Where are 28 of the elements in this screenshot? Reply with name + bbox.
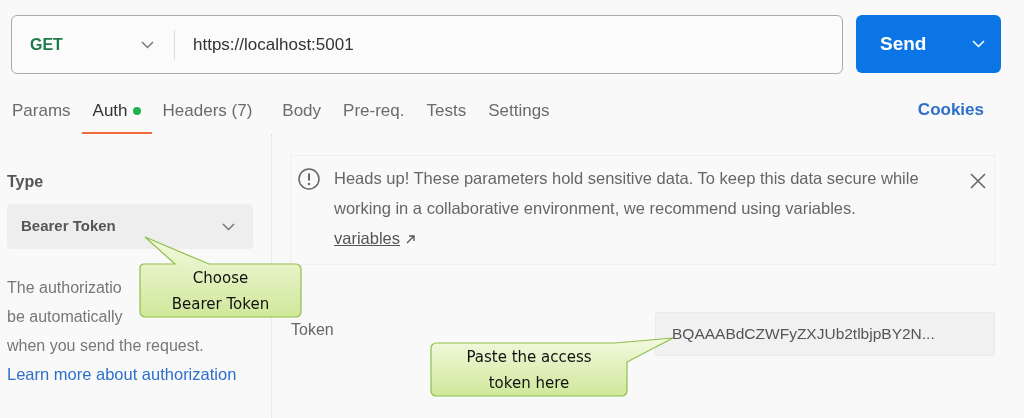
alert-message: Heads up! These parameters hold sensitive data. To keep this data secure while working in a collaborative environment, we recommend using variables. variables (334, 168, 920, 249)
tab[interactable]: Pre-req. (332, 94, 416, 136)
description-text: when you send the request. (7, 336, 204, 356)
chevron-down-icon (222, 222, 235, 231)
tab[interactable]: Headers (7) (151, 94, 264, 136)
tab[interactable]: Tests (415, 94, 478, 136)
tab[interactable]: Params (0, 94, 82, 136)
tab[interactable]: Auth (81, 94, 152, 136)
description-text: The authorizatio (7, 278, 122, 298)
chevron-down-icon (972, 40, 985, 48)
send-button[interactable]: Send (856, 15, 1001, 73)
tab[interactable]: Settings (477, 94, 561, 136)
warning-icon (298, 168, 320, 190)
type-label: Type (7, 172, 45, 192)
callout-text: Paste the access token here (465, 346, 593, 394)
cookies-link[interactable]: Cookies (917, 97, 984, 133)
url-text: https://localhost:5001 (192, 33, 354, 56)
variables-link[interactable]: variables (334, 229, 401, 247)
method-dropdown[interactable]: GET (12, 16, 174, 73)
callout-text: Choose Bearer Token (170, 267, 271, 315)
description-text: be automatically (7, 307, 123, 327)
chevron-down-icon (141, 40, 154, 49)
token-label: Token (291, 320, 334, 340)
auth-type-dropdown[interactable]: Bearer Token (7, 204, 253, 249)
external-link-icon (404, 234, 416, 246)
learn-more-link[interactable]: Learn more about authorization (7, 365, 237, 383)
token-input[interactable]: BQAAABdCZWFyZXJUb2tlbjpBY2N... (655, 312, 995, 356)
tab[interactable]: Body (271, 94, 333, 136)
